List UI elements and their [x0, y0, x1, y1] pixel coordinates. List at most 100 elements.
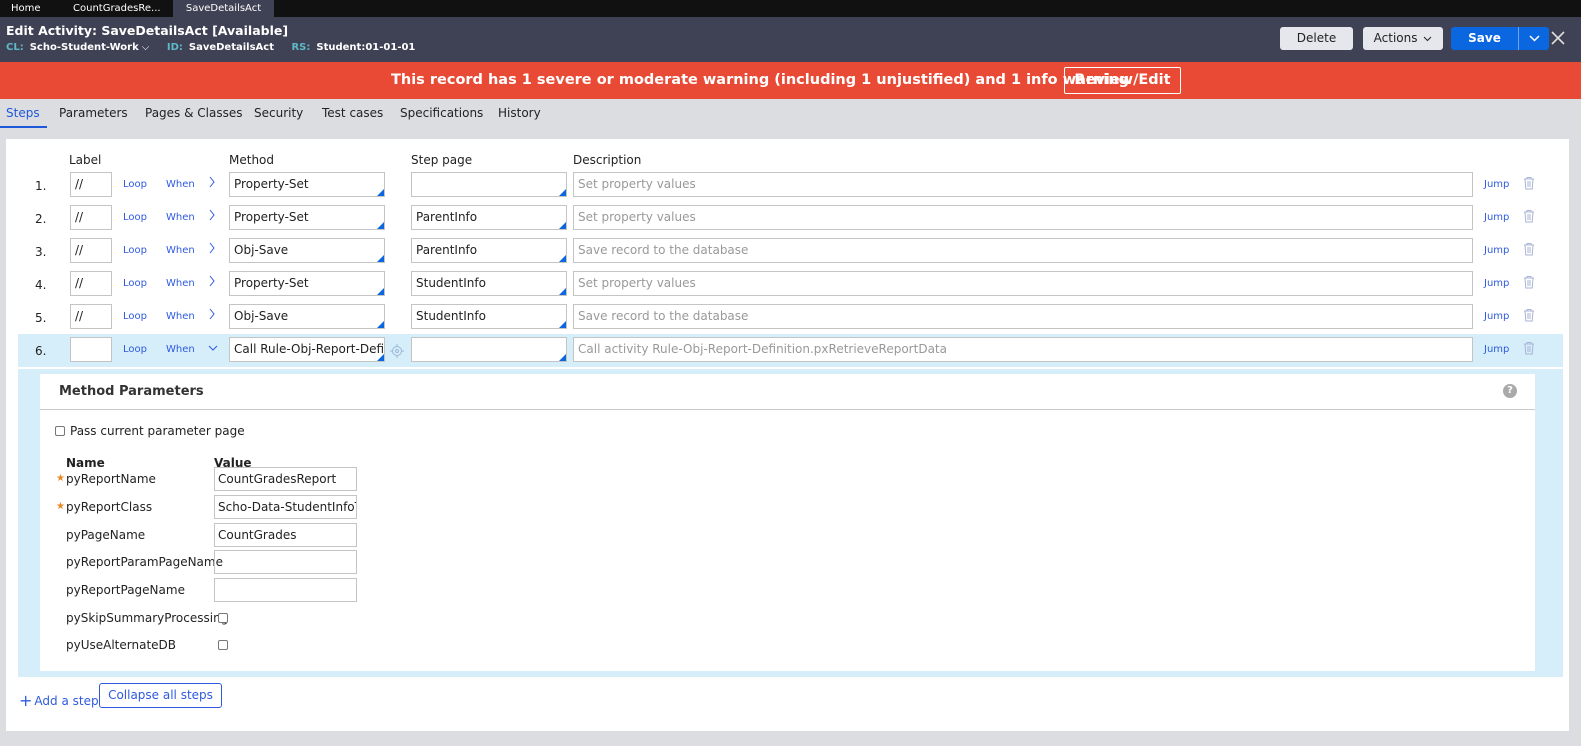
- method-input[interactable]: Obj-Save: [229, 304, 385, 329]
- column-header-label: Label: [69, 153, 102, 167]
- step-row: 1. // Loop When Property-Set Set property val…: [18, 169, 1563, 202]
- collapse-all-steps-button[interactable]: Collapse all steps: [99, 683, 222, 708]
- description-input[interactable]: Save record to the database: [573, 238, 1473, 263]
- description-input[interactable]: Set property values: [573, 205, 1473, 230]
- trash-icon[interactable]: [1523, 275, 1535, 289]
- tab-pages-classes[interactable]: Pages & Classes: [145, 106, 243, 120]
- step-label-input[interactable]: //: [70, 172, 112, 197]
- tab-history[interactable]: History: [498, 106, 541, 120]
- chevron-down-icon[interactable]: [208, 341, 218, 355]
- loop-link[interactable]: Loop: [123, 278, 147, 289]
- method-input[interactable]: Property-Set: [229, 205, 385, 230]
- chevron-right-icon[interactable]: [208, 176, 216, 191]
- trash-icon[interactable]: [1523, 341, 1535, 355]
- loop-link[interactable]: Loop: [123, 344, 147, 355]
- plus-icon: +: [19, 691, 33, 710]
- add-step-link[interactable]: + Add a step: [19, 690, 99, 710]
- param-value-input[interactable]: [214, 550, 357, 574]
- review-edit-button[interactable]: Review/Edit: [1064, 67, 1181, 94]
- step-page-input[interactable]: [411, 337, 567, 362]
- divider: [40, 409, 1535, 410]
- chevron-right-icon[interactable]: [208, 209, 216, 224]
- chevron-right-icon[interactable]: [208, 308, 216, 323]
- autocomplete-indicator-icon: [377, 255, 384, 262]
- step-page-value: StudentInfo: [416, 276, 486, 290]
- when-link[interactable]: When: [166, 212, 195, 223]
- param-value-input[interactable]: [214, 578, 357, 602]
- trash-icon[interactable]: [1523, 308, 1535, 322]
- loop-link[interactable]: Loop: [123, 179, 147, 190]
- chevron-right-icon[interactable]: [208, 275, 216, 290]
- trash-icon[interactable]: [1523, 176, 1535, 190]
- jump-link[interactable]: Jump: [1484, 179, 1509, 190]
- autocomplete-indicator-icon: [559, 354, 566, 361]
- step-label-input[interactable]: [70, 337, 112, 362]
- param-value-input[interactable]: CountGradesReport: [214, 467, 357, 491]
- delete-button[interactable]: Delete: [1280, 27, 1353, 50]
- tab-savedetailsact[interactable]: SaveDetailsAct: [173, 0, 274, 17]
- description-input[interactable]: Save record to the database: [573, 304, 1473, 329]
- step-page-input[interactable]: StudentInfo: [411, 304, 567, 329]
- method-input[interactable]: Call Rule-Obj-Report-Definiti: [229, 337, 385, 362]
- autocomplete-indicator-icon: [377, 321, 384, 328]
- chevron-right-icon[interactable]: [208, 242, 216, 257]
- jump-link[interactable]: Jump: [1484, 311, 1509, 322]
- when-link[interactable]: When: [166, 311, 195, 322]
- method-input[interactable]: Obj-Save: [229, 238, 385, 263]
- tab-countgradesreport[interactable]: CountGradesRe...: [63, 0, 171, 17]
- tab-test-cases[interactable]: Test cases: [322, 106, 383, 120]
- autocomplete-indicator-icon: [559, 255, 566, 262]
- tab-steps[interactable]: Steps: [6, 106, 40, 120]
- help-icon[interactable]: ?: [1503, 384, 1517, 398]
- trash-icon[interactable]: [1523, 209, 1535, 223]
- method-input[interactable]: Property-Set: [229, 172, 385, 197]
- jump-link[interactable]: Jump: [1484, 344, 1509, 355]
- save-options-button[interactable]: [1518, 27, 1549, 50]
- jump-link[interactable]: Jump: [1484, 278, 1509, 289]
- step-row: 5. // Loop When Obj-Save StudentInfo Save reco…: [18, 301, 1563, 334]
- jump-link[interactable]: Jump: [1484, 212, 1509, 223]
- param-value-input[interactable]: CountGrades: [214, 523, 357, 547]
- tab-home[interactable]: Home: [1, 0, 51, 17]
- method-input[interactable]: Property-Set: [229, 271, 385, 296]
- tab-parameters[interactable]: Parameters: [59, 106, 128, 120]
- step-page-input[interactable]: StudentInfo: [411, 271, 567, 296]
- when-link[interactable]: When: [166, 344, 195, 355]
- step-label-input[interactable]: //: [70, 304, 112, 329]
- loop-link[interactable]: Loop: [123, 311, 147, 322]
- step-label-input[interactable]: //: [70, 205, 112, 230]
- loop-link[interactable]: Loop: [123, 245, 147, 256]
- description-input[interactable]: Set property values: [573, 271, 1473, 296]
- param-value-input[interactable]: Scho-Data-StudentInfoTa: [214, 495, 357, 519]
- trash-icon[interactable]: [1523, 242, 1535, 256]
- step-label-input[interactable]: //: [70, 238, 112, 263]
- method-parameters-panel: Method Parameters ? Pass current paramet…: [40, 374, 1535, 671]
- loop-link[interactable]: Loop: [123, 212, 147, 223]
- param-checkbox[interactable]: [218, 613, 228, 623]
- actions-button[interactable]: Actions: [1363, 27, 1443, 50]
- jump-link[interactable]: Jump: [1484, 245, 1509, 256]
- when-link[interactable]: When: [166, 179, 195, 190]
- step-number: 5.: [35, 311, 47, 325]
- close-icon[interactable]: [1548, 28, 1568, 48]
- when-link[interactable]: When: [166, 245, 195, 256]
- chevron-down-icon: [1528, 35, 1540, 42]
- param-checkbox[interactable]: [218, 640, 228, 650]
- step-label-input[interactable]: //: [70, 271, 112, 296]
- when-link[interactable]: When: [166, 278, 195, 289]
- tab-security[interactable]: Security: [254, 106, 303, 120]
- step-page-input[interactable]: ParentInfo: [411, 238, 567, 263]
- autocomplete-indicator-icon: [377, 222, 384, 229]
- target-icon[interactable]: [390, 344, 404, 358]
- step-page-input[interactable]: [411, 172, 567, 197]
- step-page-input[interactable]: ParentInfo: [411, 205, 567, 230]
- autocomplete-indicator-icon: [559, 222, 566, 229]
- actions-label: Actions: [1373, 31, 1418, 45]
- description-input[interactable]: Call activity Rule-Obj-Report-Definition…: [573, 337, 1473, 362]
- pass-current-parameter-page-checkbox[interactable]: [55, 426, 65, 436]
- save-button[interactable]: Save: [1451, 27, 1518, 50]
- description-input[interactable]: Set property values: [573, 172, 1473, 197]
- cl-value[interactable]: Scho-Student-Work ⌵: [30, 42, 150, 53]
- autocomplete-indicator-icon: [559, 321, 566, 328]
- tab-specifications[interactable]: Specifications: [400, 106, 483, 120]
